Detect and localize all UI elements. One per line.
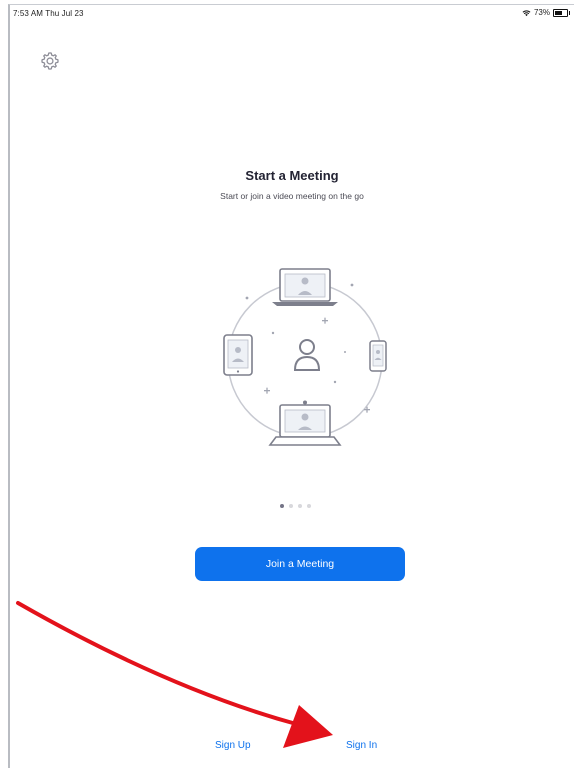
tablet-icon <box>223 334 253 376</box>
room-system-icon <box>268 400 342 446</box>
sign-up-link[interactable]: Sign Up <box>215 740 251 751</box>
page-dot-1[interactable] <box>280 504 284 508</box>
join-meeting-button[interactable]: Join a Meeting <box>195 547 405 581</box>
ipad-screen: 7:53 AM Thu Jul 23 73% Start a Meeting S… <box>8 4 574 768</box>
battery-level-fill <box>555 10 562 15</box>
battery-icon <box>553 8 570 17</box>
onboarding-title: Start a Meeting <box>245 168 339 183</box>
meeting-illustration <box>223 268 387 446</box>
screenshot-frame: 7:53 AM Thu Jul 23 73% Start a Meeting S… <box>0 0 574 768</box>
battery-percent: 73% <box>533 8 550 17</box>
wifi-icon <box>522 9 531 16</box>
gear-icon <box>41 52 59 70</box>
sign-in-link[interactable]: Sign In <box>346 740 377 751</box>
status-time-date: 7:53 AM Thu Jul 23 <box>13 9 84 18</box>
settings-button[interactable] <box>39 50 61 72</box>
page-dot-2[interactable] <box>289 504 293 508</box>
status-bar: 7:53 AM Thu Jul 23 73% <box>10 5 574 23</box>
page-dot-3[interactable] <box>298 504 302 508</box>
onboarding-subtitle: Start or join a video meeting on the go <box>220 191 364 201</box>
person-icon <box>293 339 321 371</box>
page-indicator[interactable] <box>280 504 311 508</box>
laptop-icon <box>272 268 338 306</box>
page-dot-4[interactable] <box>307 504 311 508</box>
phone-icon <box>369 340 387 372</box>
status-indicators: 73% <box>522 8 570 17</box>
